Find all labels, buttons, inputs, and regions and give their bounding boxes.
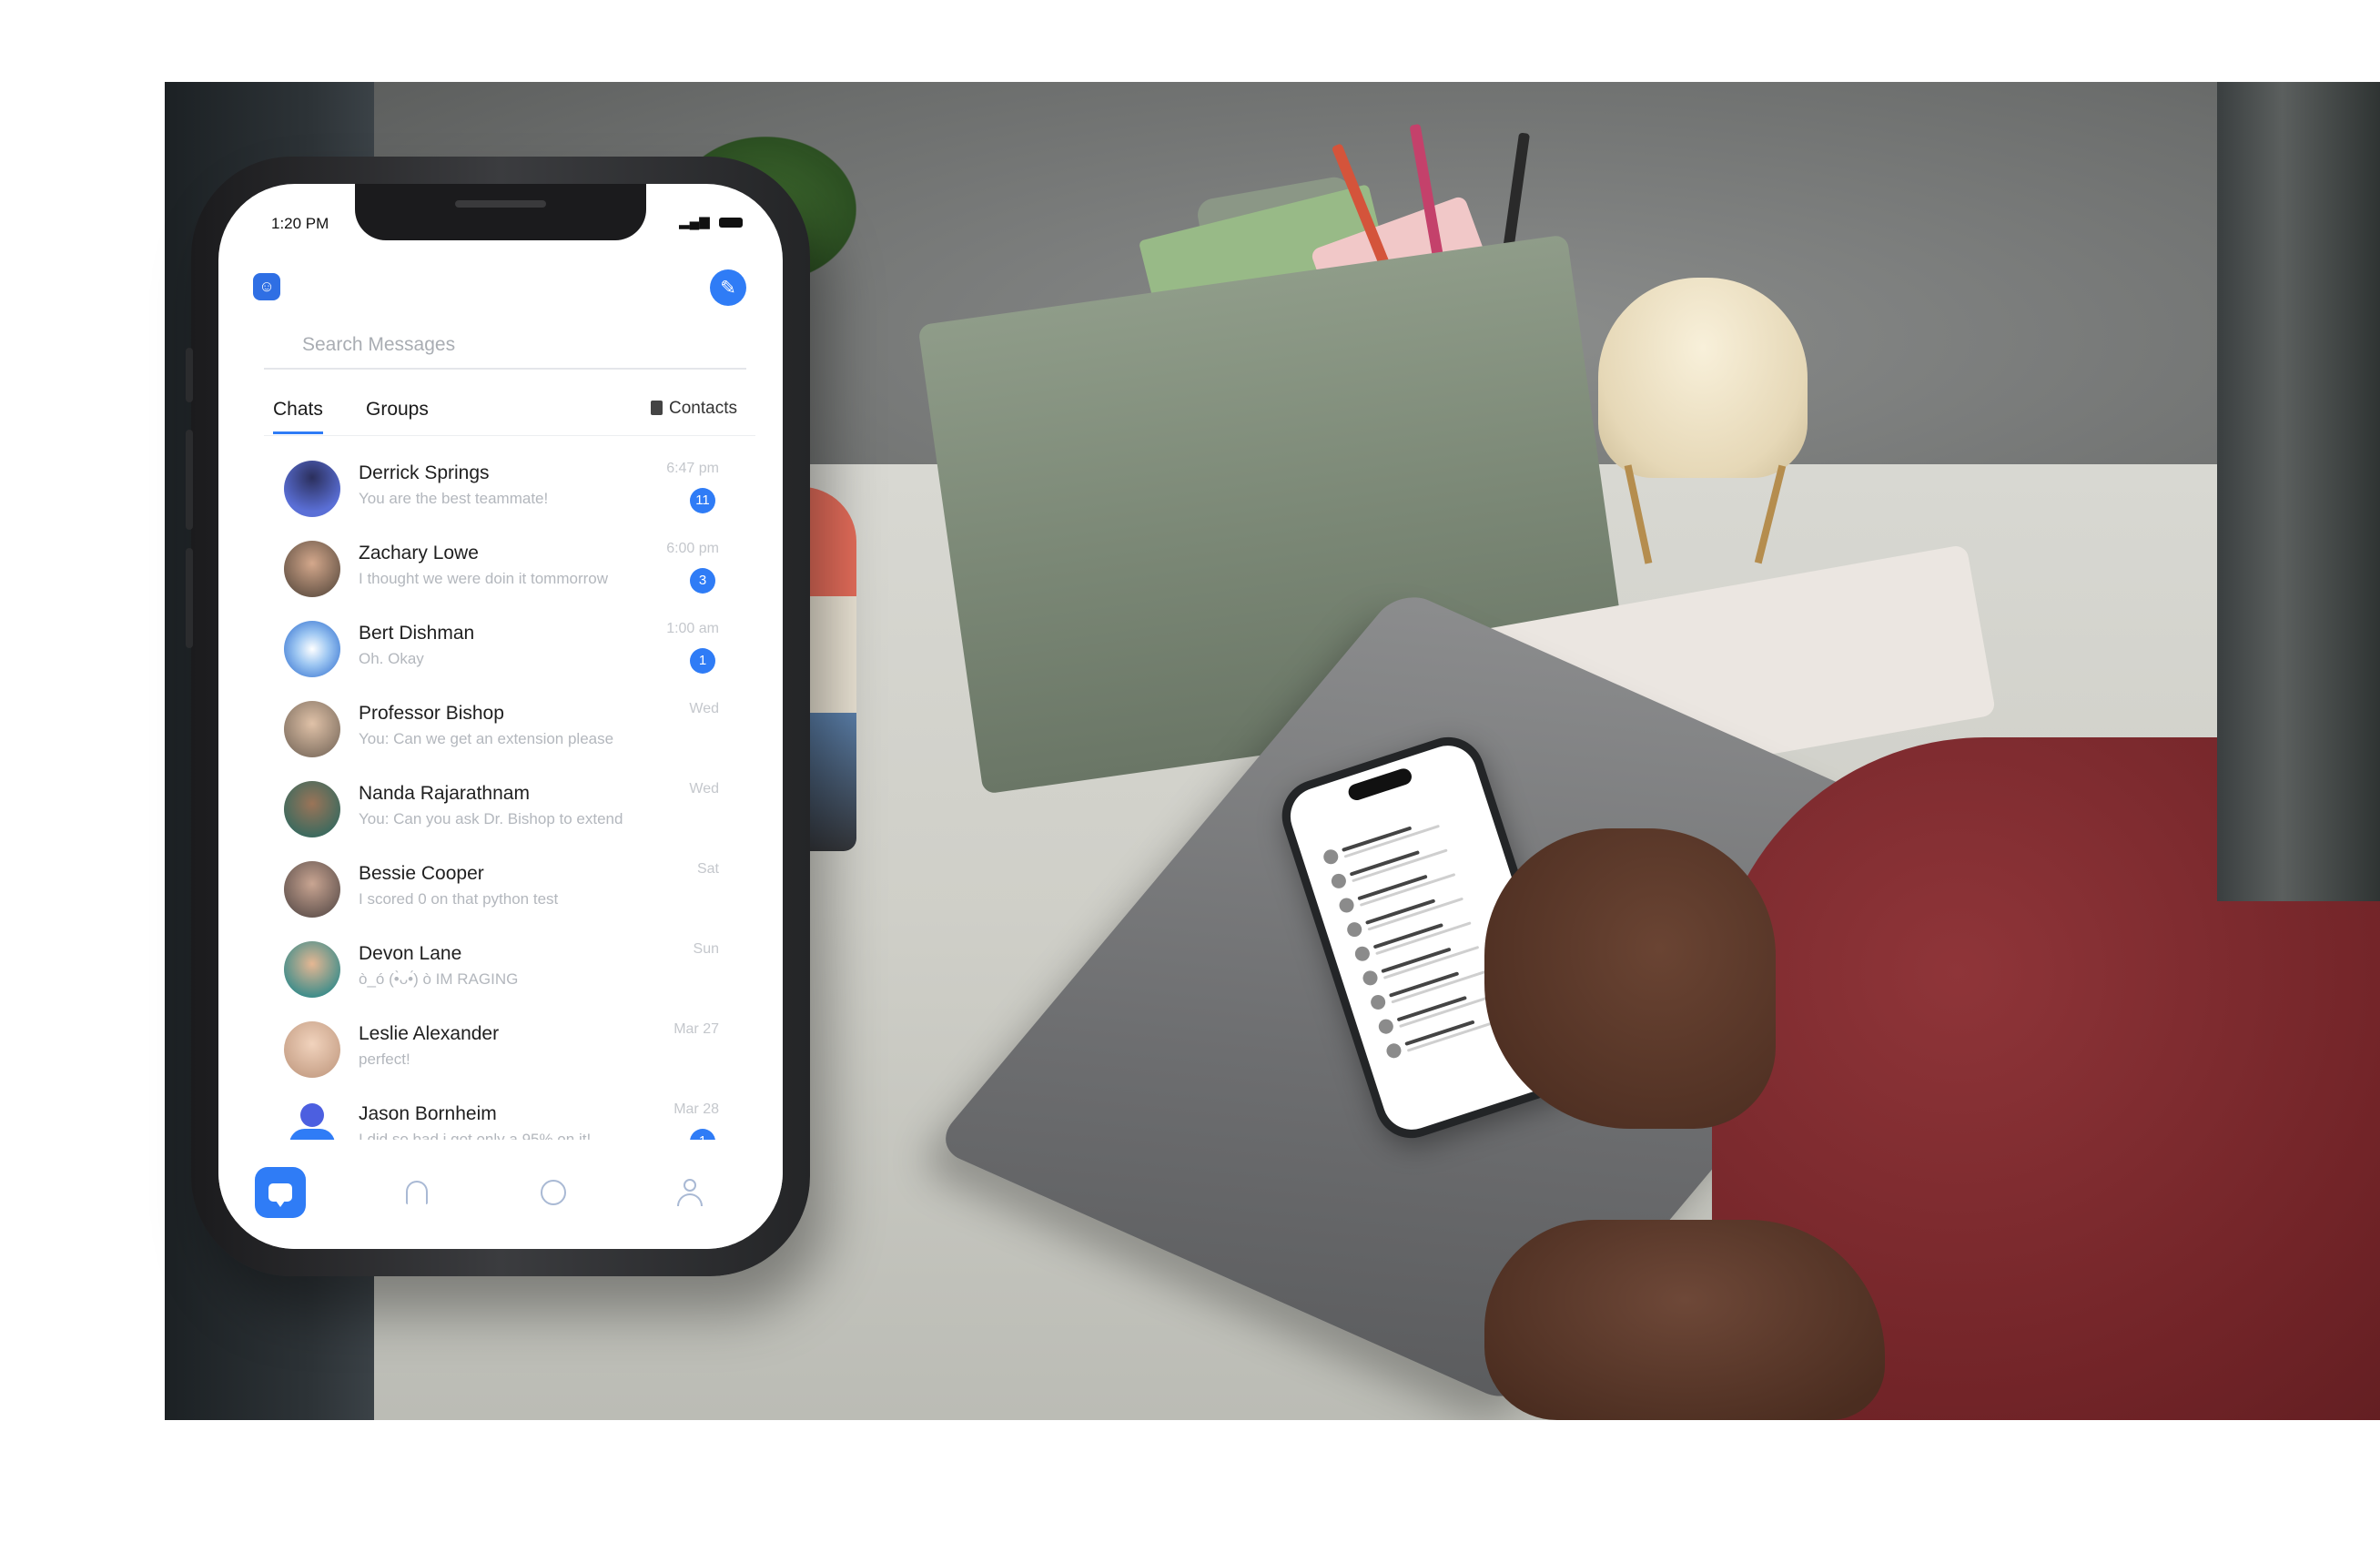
chat-name: Professor Bishop bbox=[359, 703, 504, 724]
search-bar bbox=[264, 320, 746, 370]
nav-notifications[interactable] bbox=[391, 1167, 442, 1218]
chat-row-bert-dishman[interactable]: Bert Dishman Oh. Okay 1:00 am 1 bbox=[264, 608, 755, 688]
tab-contacts[interactable]: Contacts bbox=[651, 399, 737, 419]
tab-contacts-label: Contacts bbox=[669, 399, 737, 418]
chat-row-nanda-rajarathnam[interactable]: Nanda Rajarathnam You: Can you ask Dr. B… bbox=[264, 768, 755, 848]
chat-preview: You: Can you ask Dr. Bishop to extend bbox=[359, 810, 623, 827]
avatar bbox=[284, 621, 340, 677]
tab-chats[interactable]: Chats bbox=[273, 399, 323, 434]
signal-icon: ▂▄▆ bbox=[679, 214, 710, 229]
chat-time: Mar 28 bbox=[673, 1101, 719, 1117]
chat-icon bbox=[255, 1167, 306, 1218]
chat-preview: Oh. Okay bbox=[359, 650, 424, 667]
unread-badge: 11 bbox=[690, 488, 715, 513]
avatar bbox=[284, 701, 340, 757]
chat-row-zachary-lowe[interactable]: Zachary Lowe I thought we were doin it t… bbox=[264, 528, 755, 608]
chat-time: Mar 27 bbox=[673, 1021, 719, 1037]
speaker bbox=[455, 200, 546, 208]
chat-name: Devon Lane bbox=[359, 943, 462, 964]
hand bbox=[1484, 1220, 1885, 1420]
chat-time: Sun bbox=[693, 941, 719, 957]
chat-name: Derrick Springs bbox=[359, 462, 490, 483]
tab-bar: Chats Groups Contacts bbox=[264, 390, 755, 436]
nav-activity[interactable] bbox=[528, 1167, 579, 1218]
chat-preview: You: Can we get an extension please bbox=[359, 730, 614, 747]
phone-mockup: 1:20 PM ▂▄▆ ☺ ✎ Chats Groups Contacts De… bbox=[186, 157, 810, 1276]
chat-time: Sat bbox=[696, 861, 719, 877]
chat-name: Nanda Rajarathnam bbox=[359, 783, 530, 804]
tab-groups[interactable]: Groups bbox=[366, 399, 429, 431]
chat-name: Jason Bornheim bbox=[359, 1103, 497, 1124]
chat-preview: I scored 0 on that python test bbox=[359, 890, 559, 908]
unread-badge: 1 bbox=[690, 648, 715, 674]
avatar bbox=[284, 861, 340, 918]
chat-time: Wed bbox=[689, 701, 719, 716]
avatar bbox=[284, 941, 340, 998]
chat-name: Bert Dishman bbox=[359, 623, 475, 644]
bell-icon bbox=[406, 1181, 428, 1204]
chat-name: Bessie Cooper bbox=[359, 863, 484, 884]
compose-icon: ✎ bbox=[720, 277, 736, 299]
avatar bbox=[284, 541, 340, 597]
right-pillar bbox=[2217, 82, 2380, 901]
phone-side-button bbox=[186, 548, 193, 648]
chat-preview: perfect! bbox=[359, 1050, 410, 1068]
avatar bbox=[284, 1021, 340, 1078]
bottom-nav bbox=[218, 1140, 783, 1249]
unread-badge: 3 bbox=[690, 568, 715, 594]
chat-list: Derrick Springs You are the best teammat… bbox=[264, 448, 755, 1169]
chat-name: Leslie Alexander bbox=[359, 1023, 500, 1044]
nav-chats[interactable] bbox=[255, 1167, 306, 1218]
held-phone-notch bbox=[1346, 766, 1414, 803]
phone-side-button bbox=[186, 348, 193, 402]
avatar bbox=[284, 461, 340, 517]
notch bbox=[355, 184, 646, 240]
compose-button[interactable]: ✎ bbox=[710, 269, 746, 306]
chat-row-derrick-springs[interactable]: Derrick Springs You are the best teammat… bbox=[264, 448, 755, 528]
chat-preview: ò_ó (•̀ᴗ•́) ò IM RAGING bbox=[359, 970, 519, 988]
chat-time: 6:00 pm bbox=[666, 541, 719, 556]
chat-time: 6:47 pm bbox=[666, 461, 719, 476]
nav-profile[interactable] bbox=[664, 1167, 715, 1218]
user-icon bbox=[677, 1179, 703, 1206]
chat-preview: I thought we were doin it tommorrow bbox=[359, 570, 609, 587]
chat-row-devon-lane[interactable]: Devon Lane ò_ó (•̀ᴗ•́) ò IM RAGING Sun bbox=[264, 929, 755, 1009]
app-logo: ☺ bbox=[253, 273, 280, 300]
status-time: 1:20 PM bbox=[271, 215, 329, 232]
chat-row-professor-bishop[interactable]: Professor Bishop You: Can we get an exte… bbox=[264, 688, 755, 768]
status-icons: ▂▄▆ bbox=[679, 213, 743, 229]
contacts-icon bbox=[651, 401, 663, 415]
phone-side-button bbox=[186, 430, 193, 530]
chat-preview: You are the best teammate! bbox=[359, 490, 549, 507]
avatar bbox=[284, 781, 340, 837]
search-input[interactable] bbox=[300, 330, 723, 360]
chat-time: 1:00 am bbox=[666, 621, 719, 636]
miniature-chair bbox=[1598, 278, 1808, 478]
chat-row-bessie-cooper[interactable]: Bessie Cooper I scored 0 on that python … bbox=[264, 848, 755, 929]
pie-chart-icon bbox=[541, 1180, 566, 1205]
chat-row-leslie-alexander[interactable]: Leslie Alexander perfect! Mar 27 bbox=[264, 1009, 755, 1089]
chat-name: Zachary Lowe bbox=[359, 543, 479, 563]
phone-screen: 1:20 PM ▂▄▆ ☺ ✎ Chats Groups Contacts De… bbox=[218, 184, 783, 1249]
chat-time: Wed bbox=[689, 781, 719, 797]
hand bbox=[1484, 828, 1776, 1129]
battery-icon bbox=[719, 217, 743, 228]
